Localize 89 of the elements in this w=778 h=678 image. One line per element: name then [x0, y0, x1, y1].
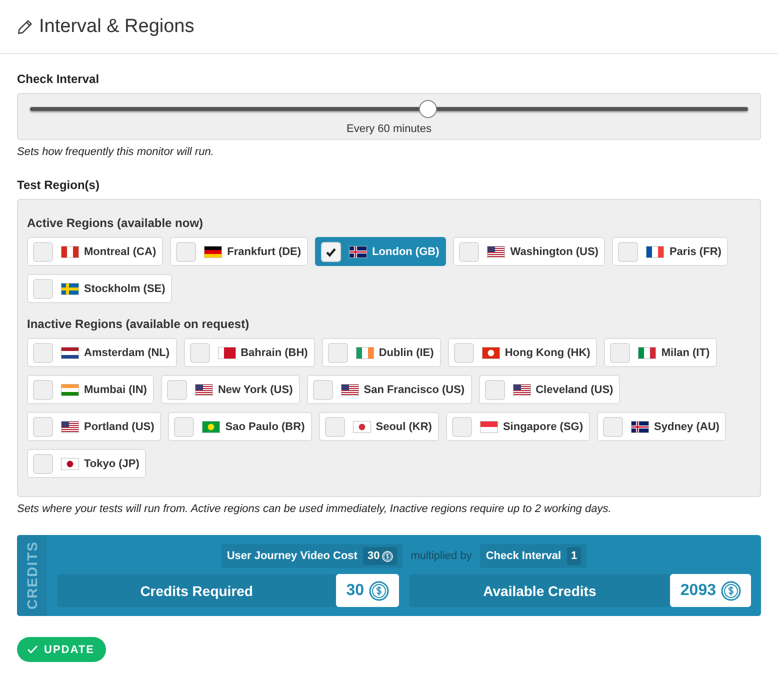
interval-value: 1	[567, 547, 582, 565]
checkbox[interactable]	[176, 242, 196, 262]
flag-icon	[631, 420, 650, 432]
region-option[interactable]: Milan (IT)	[604, 338, 717, 367]
flag-icon	[61, 458, 79, 470]
flag-icon	[487, 246, 506, 258]
region-option[interactable]: Amsterdam (NL)	[27, 338, 177, 367]
flag-icon	[61, 384, 79, 396]
slider-reading: Every 60 minutes	[346, 123, 432, 135]
interval-label: Check Interval	[486, 550, 562, 562]
checkbox[interactable]	[190, 342, 210, 362]
checkbox[interactable]	[166, 380, 187, 400]
coin-icon	[382, 550, 393, 562]
stat-label: Available Credits	[482, 582, 598, 598]
group-title: Inactive Regions (available on request)	[27, 317, 250, 331]
region-option[interactable]: Dublin (IE)	[322, 338, 441, 367]
flag-icon	[480, 420, 498, 432]
help-text: Sets where your tests will run from. Active regions can be used immediately, Inactive regions require up to 2 working days.	[17, 503, 612, 515]
region-option[interactable]: Seoul (KR)	[318, 412, 439, 441]
flag-icon	[340, 384, 359, 396]
checkbox[interactable]	[452, 416, 472, 436]
check-icon	[27, 645, 38, 654]
region-option[interactable]: Tokyo (JP)	[27, 449, 146, 478]
region-option[interactable]: Sydney (AU)	[597, 412, 726, 441]
region-option[interactable]: Frankfurt (DE)	[170, 237, 308, 266]
flag-icon	[61, 346, 79, 358]
checkbox[interactable]	[33, 454, 53, 474]
flag-icon	[194, 384, 213, 396]
checkbox[interactable]	[174, 416, 194, 436]
flag-icon	[202, 420, 220, 432]
region-option[interactable]: Bahrain (BH)	[184, 338, 315, 367]
pencil-icon	[17, 18, 33, 34]
multiplier-text: multiplied by	[410, 550, 472, 562]
region-option[interactable]: Portland (US)	[27, 412, 162, 441]
stat-label: Credits Required	[139, 582, 254, 598]
checkmark-icon	[325, 246, 338, 258]
flag-icon	[482, 346, 500, 358]
checkbox[interactable]	[324, 416, 345, 436]
cost-label: User Journey Video Cost	[226, 550, 358, 562]
region-option[interactable]: Montreal (CA)	[27, 237, 164, 266]
checkbox[interactable]	[618, 242, 638, 262]
region-option[interactable]: Stockholm (SE)	[27, 274, 172, 303]
checkbox[interactable]	[610, 342, 630, 362]
region-option[interactable]: Singapore (SG)	[446, 412, 590, 441]
checkbox[interactable]	[33, 380, 53, 400]
coin-icon	[721, 580, 741, 600]
flag-icon	[646, 246, 664, 258]
field-label: Test Region(s)	[17, 178, 100, 192]
region-option[interactable]: Hong Kong (HK)	[448, 338, 598, 367]
region-option[interactable]: London (GB)	[315, 237, 446, 266]
checkbox[interactable]	[33, 278, 53, 298]
section-title: Interval & Regions	[39, 16, 194, 38]
checkbox[interactable]	[33, 242, 53, 262]
checkbox[interactable]	[459, 242, 480, 262]
region-option[interactable]: Paris (FR)	[612, 237, 728, 266]
help-text: Sets how frequently this monitor will run.	[17, 146, 215, 158]
checkbox[interactable]	[603, 416, 624, 436]
flag-icon	[638, 346, 656, 358]
checkbox[interactable]	[321, 242, 342, 262]
flag-icon	[218, 346, 236, 358]
stat-value: 2093	[670, 574, 751, 607]
checkbox[interactable]	[328, 342, 348, 362]
credits-side-label: CREDITS	[24, 541, 40, 610]
cost-value: 30	[363, 547, 397, 565]
region-option[interactable]: Mumbai (IN)	[27, 375, 154, 404]
flag-icon	[356, 346, 374, 358]
checkbox[interactable]	[484, 380, 505, 400]
flag-icon	[61, 246, 79, 258]
checkbox[interactable]	[33, 416, 53, 436]
field-label: Check Interval	[17, 72, 100, 86]
flag-icon	[61, 282, 79, 294]
group-title: Active Regions (available now)	[27, 216, 204, 230]
stat-value: 30	[336, 574, 399, 607]
region-option[interactable]: Cleveland (US)	[478, 375, 620, 404]
coin-icon	[369, 580, 389, 600]
region-option[interactable]: Washington (US)	[453, 237, 606, 266]
flag-icon	[61, 420, 79, 432]
slider-track[interactable]	[30, 100, 748, 118]
region-option[interactable]: New York (US)	[160, 375, 300, 404]
region-option[interactable]: San Francisco (US)	[306, 375, 472, 404]
checkbox[interactable]	[454, 342, 474, 362]
checkbox[interactable]	[33, 342, 53, 362]
flag-icon	[512, 384, 531, 396]
slider-thumb[interactable]	[419, 100, 438, 118]
checkbox[interactable]	[312, 380, 333, 400]
flag-icon	[352, 420, 371, 432]
flag-icon	[204, 246, 222, 258]
region-option[interactable]: Sao Paulo (BR)	[168, 412, 312, 441]
flag-icon	[349, 246, 368, 258]
